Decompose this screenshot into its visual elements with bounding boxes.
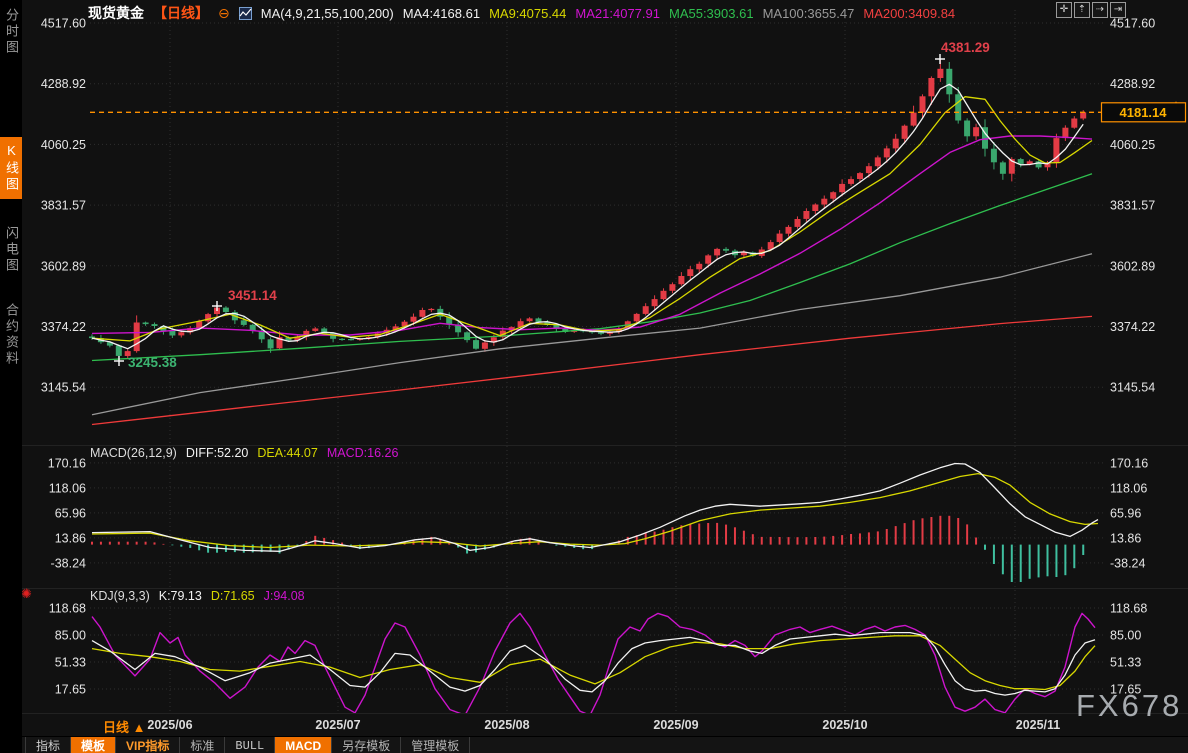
macd-panel-header: MACD(26,12,9) DIFF:52.20 DEA:44.07 MACD:…	[90, 446, 407, 460]
month-label: 2025/06	[147, 718, 192, 732]
macd-layer	[92, 464, 1098, 583]
zoom-y-fit-icon[interactable]: ⇡	[1074, 2, 1090, 18]
svg-text:3145.54: 3145.54	[1110, 381, 1155, 395]
candlestick-mini-icon	[239, 7, 252, 20]
time-axis-row: 日线 ▲ 2025/06 2025/07 2025/08 2025/09 202…	[22, 714, 1188, 736]
svg-text:51.33: 51.33	[1110, 656, 1141, 670]
chart-tools: ✛ ⇡ ⇢ ⇥	[1054, 2, 1126, 18]
svg-text:3602.89: 3602.89	[41, 259, 86, 273]
ma21-value: MA21:4077.91	[575, 6, 660, 21]
period-selector[interactable]: 日线 ▲	[103, 717, 145, 736]
trading-app: 4181.14 4381.29 3451.14 3245.38 4517.60 4517.…	[0, 0, 1188, 753]
collapse-indicator-icon[interactable]: ⊖	[218, 5, 230, 22]
svg-text:3245.38: 3245.38	[128, 355, 177, 370]
svg-text:4060.25: 4060.25	[1110, 138, 1155, 152]
month-label: 2025/10	[822, 718, 867, 732]
svg-text:3374.22: 3374.22	[1110, 320, 1155, 334]
ma-lines-layer	[92, 84, 1092, 424]
month-label: 2025/09	[653, 718, 698, 732]
svg-text:85.00: 85.00	[55, 629, 86, 643]
svg-text:13.86: 13.86	[1110, 531, 1141, 545]
kdj-panel-header: KDJ(9,3,3) K:79.13 D:71.65 J:94.08	[90, 589, 314, 603]
main-chart-legend: 现货黄金 【日线】 ⊖ MA(4,9,21,55,100,200) MA4:41…	[88, 3, 964, 23]
svg-text:4288.92: 4288.92	[41, 77, 86, 91]
macd-settings-label: MACD(26,12,9)	[90, 446, 177, 460]
period-tag: 【日线】	[153, 3, 209, 23]
macd-dea-value: DEA:44.07	[257, 446, 317, 460]
scroll-to-latest-icon[interactable]: ⇥	[1110, 2, 1126, 18]
svg-text:65.96: 65.96	[1110, 506, 1141, 520]
svg-text:3831.57: 3831.57	[1110, 199, 1155, 213]
zoom-x-fit-icon[interactable]: ⇢	[1092, 2, 1108, 18]
svg-text:-38.24: -38.24	[1110, 556, 1145, 570]
chart-canvas[interactable]: 4181.14 4381.29 3451.14 3245.38 4517.60 4517.…	[0, 0, 1188, 753]
month-label: 2025/07	[315, 718, 360, 732]
toolbar-bull-button[interactable]: BULL	[225, 737, 275, 753]
ma200-value: MA200:3409.84	[863, 6, 955, 21]
svg-text:4517.60: 4517.60	[1110, 17, 1155, 31]
svg-text:170.16: 170.16	[48, 456, 86, 470]
svg-text:4060.25: 4060.25	[41, 138, 86, 152]
toolbar-save-template-button[interactable]: 另存模板	[332, 737, 401, 753]
svg-text:4181.14: 4181.14	[1120, 105, 1168, 120]
svg-text:17.65: 17.65	[55, 683, 86, 697]
svg-text:3451.14: 3451.14	[228, 288, 277, 303]
ma100-value: MA100:3655.47	[763, 6, 855, 21]
move-icon[interactable]: ✛	[1056, 2, 1072, 18]
toolbar-template-button[interactable]: 模板	[71, 737, 116, 753]
macd-diff-value: DIFF:52.20	[186, 446, 249, 460]
live-blink-icon: ✺	[21, 586, 32, 602]
svg-text:118.68: 118.68	[1110, 602, 1147, 616]
svg-text:118.68: 118.68	[49, 602, 86, 616]
svg-text:3831.57: 3831.57	[41, 199, 86, 213]
kdj-d-value: D:71.65	[211, 589, 255, 603]
sidebar-item-time-chart[interactable]: 分时图	[0, 8, 22, 56]
kdj-j-value: J:94.08	[264, 589, 305, 603]
svg-text:3374.22: 3374.22	[41, 320, 86, 334]
svg-text:118.06: 118.06	[49, 481, 86, 495]
last-price-layer: 4181.14	[90, 101, 1186, 121]
svg-text:170.16: 170.16	[1110, 456, 1148, 470]
ma55-value: MA55:3903.61	[669, 6, 754, 21]
svg-text:13.86: 13.86	[55, 531, 86, 545]
kdj-k-value: K:79.13	[159, 589, 202, 603]
macd-hist-value: MACD:16.26	[327, 446, 399, 460]
toolbar-indicators-button[interactable]: 指标	[25, 737, 71, 753]
toolbar-standard-button[interactable]: 标准	[180, 737, 225, 753]
month-label: 2025/08	[484, 718, 529, 732]
month-label: 2025/11	[1016, 718, 1061, 732]
sidebar-item-candle-chart[interactable]: K线图	[0, 137, 22, 199]
svg-text:4517.60: 4517.60	[41, 17, 86, 31]
kdj-layer	[92, 613, 1095, 715]
symbol-title: 现货黄金	[88, 3, 144, 23]
svg-text:85.00: 85.00	[1110, 629, 1141, 643]
chart-type-sidebar: 分时图 K线图 闪电图 合约资料	[0, 0, 22, 753]
toolbar-manage-template-button[interactable]: 管理模板	[401, 737, 470, 753]
toolbar-macd-button[interactable]: MACD	[275, 737, 332, 753]
kdj-settings-label: KDJ(9,3,3)	[90, 589, 150, 603]
ma4-value: MA4:4168.61	[403, 6, 480, 21]
svg-text:118.06: 118.06	[1110, 481, 1147, 495]
site-watermark: FX678	[1076, 688, 1182, 724]
grid-lines	[90, 10, 1105, 712]
svg-text:3145.54: 3145.54	[41, 381, 86, 395]
svg-text:65.96: 65.96	[55, 506, 86, 520]
ma9-value: MA9:4075.44	[489, 6, 566, 21]
ma-settings-label: MA(4,9,21,55,100,200)	[261, 6, 394, 21]
toolbar-vip-indicators-button[interactable]: VIP指标	[116, 737, 180, 753]
svg-text:51.33: 51.33	[55, 656, 86, 670]
svg-text:3602.89: 3602.89	[1110, 259, 1155, 273]
sidebar-item-contract-info[interactable]: 合约资料	[0, 303, 22, 367]
svg-text:-38.24: -38.24	[51, 556, 86, 570]
indicator-toolbar: 指标 模板 VIP指标 标准 BULL MACD 另存模板 管理模板	[22, 736, 1188, 753]
candles-layer	[89, 59, 1086, 361]
sidebar-item-flash-chart[interactable]: 闪电图	[0, 226, 22, 274]
svg-text:4288.92: 4288.92	[1110, 77, 1155, 91]
svg-text:4381.29: 4381.29	[941, 40, 990, 55]
